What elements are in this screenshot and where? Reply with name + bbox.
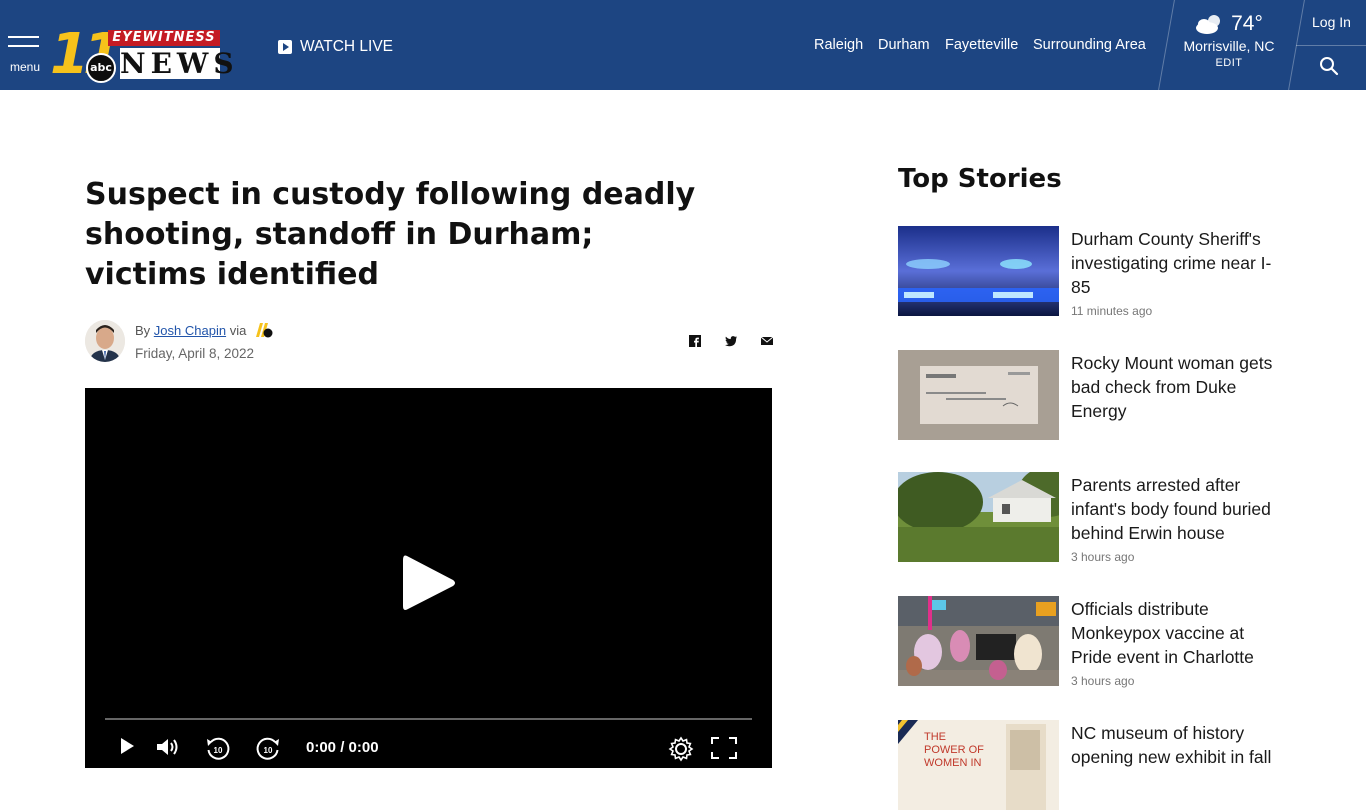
top-stories-title: Top Stories [898,164,1062,194]
hamburger-icon-bar [8,45,39,47]
story-time-ago: 11 minutes ago [1071,304,1153,318]
author-link[interactable]: Josh Chapin [154,323,226,338]
search-icon[interactable] [1319,56,1339,76]
abc-logo: abc [86,53,116,83]
weather-edit-link[interactable]: EDIT [1176,57,1282,69]
forward-10-icon[interactable]: 10 [255,736,281,762]
big-play-icon[interactable] [401,552,457,614]
video-player[interactable]: 10 10 0:00 / 0:00 [85,388,772,768]
logo-eyewitness: EYEWITNESS [108,30,220,46]
video-time: 0:00 / 0:00 [306,739,379,756]
volume-icon[interactable] [155,736,183,758]
forward-seconds: 10 [264,746,273,755]
author-avatar[interactable] [85,320,125,362]
nav-link-durham[interactable]: Durham [878,37,930,53]
play-icon [278,40,292,54]
story-thumbnail[interactable]: THE POWER OF WOMEN IN [898,720,1059,810]
story-title[interactable]: NC museum of history opening new exhibit… [1071,721,1289,769]
top-story-item[interactable]: THE POWER OF WOMEN IN NC museum of history… [898,720,1298,812]
header-divider [1296,45,1366,46]
story-thumbnail[interactable] [898,350,1059,440]
hamburger-icon [8,36,39,38]
story-thumbnail[interactable] [898,596,1059,686]
email-icon[interactable] [760,334,774,348]
top-story-item[interactable]: Parents arrested after infant's body fou… [898,472,1298,564]
watch-live-label: WATCH LIVE [300,38,394,55]
facebook-icon[interactable] [689,334,701,348]
login-link[interactable]: Log In [1312,14,1351,30]
weather-temp: 74° [1231,12,1263,35]
site-header: menu 11 EYEWITNESS NEWS abc WATCH LIVE R… [0,0,1366,90]
video-scrubber[interactable] [105,718,752,720]
story-title[interactable]: Officials distribute Monkeypox vaccine a… [1071,597,1289,669]
fullscreen-icon[interactable] [710,736,738,760]
nav-link-fayetteville[interactable]: Fayetteville [945,37,1018,53]
settings-gear-icon[interactable] [668,736,694,762]
story-title[interactable]: Durham County Sheriff's investigating cr… [1071,227,1289,299]
menu-button[interactable]: menu [8,36,40,74]
article-headline: Suspect in custody following deadly shoo… [85,177,696,292]
nav-link-surrounding-area[interactable]: Surrounding Area [1033,37,1146,53]
rewind-10-icon[interactable]: 10 [205,736,231,762]
top-story-item[interactable]: Rocky Mount woman gets bad check from Du… [898,350,1298,442]
logo-news: NEWS [120,47,239,80]
top-story-item[interactable]: Officials distribute Monkeypox vaccine a… [898,596,1298,688]
menu-label: menu [10,60,41,74]
story-thumbnail[interactable] [898,472,1059,562]
twitter-icon[interactable] [724,334,738,348]
story-title[interactable]: Parents arrested after infant's body fou… [1071,473,1289,545]
story-time-ago: 3 hours ago [1071,550,1135,564]
weather-location: Morrisville, NC [1183,38,1275,54]
article-date: Friday, April 8, 2022 [135,346,255,361]
watch-live-link[interactable]: WATCH LIVE [278,38,393,56]
partly-cloudy-icon [1196,15,1221,34]
rewind-seconds: 10 [214,746,223,755]
play-icon[interactable] [118,736,136,756]
header-divider [1158,0,1175,90]
top-story-item[interactable]: Durham County Sheriff's investigating cr… [898,226,1298,318]
byline-by: By [135,323,151,338]
byline-via: via [229,323,247,338]
station-mini-logo-icon [255,323,273,338]
weather-widget[interactable]: 74° Morrisville, NC EDIT [1176,12,1282,69]
nav-link-raleigh[interactable]: Raleigh [814,37,863,53]
story-thumbnail[interactable] [898,226,1059,316]
byline-text: By Josh Chapin via [135,322,274,338]
story-time-ago: 3 hours ago [1071,674,1135,688]
story-title[interactable]: Rocky Mount woman gets bad check from Du… [1071,351,1289,423]
station-logo[interactable]: 11 EYEWITNESS NEWS abc [50,27,239,83]
